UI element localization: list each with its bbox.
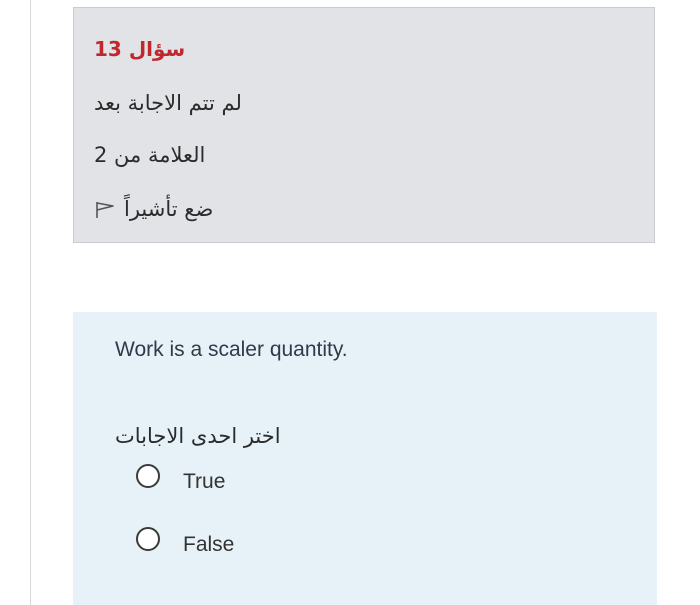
flag-question-button[interactable]: ضع تأشيراً [94,195,213,223]
flag-outline-icon [94,199,116,219]
question-text: Work is a scaler quantity. [115,338,348,361]
answer-option-false[interactable]: False [136,521,234,557]
answer-option-true[interactable]: True [136,458,225,494]
question-number: 13 [94,37,122,61]
answer-prompt: اختر احدى الاجابات [115,424,281,448]
flag-question-label: ضع تأشيراً [124,197,214,221]
radio-button-true[interactable] [136,464,160,488]
radio-button-false[interactable] [136,527,160,551]
question-number-label: سؤال 13 [94,35,185,63]
question-marks: العلامة من 2 [94,143,206,167]
question-content-panel: Work is a scaler quantity. اختر احدى الا… [73,312,657,605]
answer-label-true: True [183,470,226,493]
quiz-page: سؤال 13 لم تتم الاجابة بعد العلامة من 2 … [0,0,700,605]
answer-status: لم تتم الاجابة بعد [94,91,242,115]
question-word: سؤال [128,37,186,61]
question-info-panel: سؤال 13 لم تتم الاجابة بعد العلامة من 2 … [73,7,655,243]
answer-label-false: False [183,533,235,556]
left-divider [30,0,31,605]
